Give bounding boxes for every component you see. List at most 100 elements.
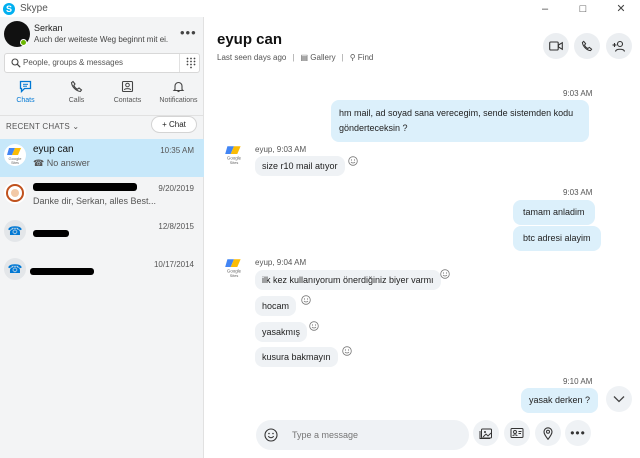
more-icon: ••• [570,426,586,440]
tab-label: Chats [16,97,35,104]
online-status-icon [20,39,27,46]
contact-item[interactable]: Google Sites eyup can ☎ No answer 10:35 … [0,139,204,177]
search-icon [11,58,21,68]
audio-call-button[interactable] [574,33,600,59]
phone-avatar-icon: ☎ [7,224,23,238]
tab-label: Calls [68,97,85,104]
location-pin-icon [543,426,553,440]
more-actions-button[interactable]: ••• [565,420,591,446]
search-placeholder: People, groups & messages [23,58,124,67]
svg-text:Sites: Sites [230,161,239,165]
dialpad-button[interactable] [179,54,201,72]
contact-avatar: ☎ [4,258,26,280]
contact-subtitle: Danke dir, Serkan, alles Best... [33,196,157,206]
incoming-message[interactable]: size r10 mail atıyor [255,156,345,176]
incoming-message[interactable]: ilk kez kullanıyorum önerdiğiniz biyer v… [255,270,441,290]
google-sites-logo-icon: Google Sites [225,259,242,278]
message-input[interactable] [292,427,462,443]
gallery-icon: ▤ [300,53,309,62]
recent-chats-toggle[interactable]: RECENT CHATS ⌄ [6,122,79,131]
incoming-message[interactable]: yasakmış [255,322,308,342]
tab-notifications[interactable]: Notifications [153,80,204,110]
maximize-button[interactable]: □ [564,0,602,17]
chat-title[interactable]: eyup can [217,31,282,48]
media-gallery-icon [479,428,492,439]
message-list[interactable]: 9:03 AM hm mail, ad soyad sana verecegim… [205,82,640,413]
more-options-button[interactable]: ••• [180,25,197,40]
close-button[interactable]: ✕ [602,0,640,17]
phone-icon [581,40,593,52]
contact-avatar: ☎ [4,220,26,242]
add-reaction-icon[interactable] [440,269,450,279]
contact-date: 10:35 AM [160,146,194,155]
sidebar: Serkan Auch der weiteste Weg beginnt mit… [0,17,204,458]
svg-text:Sites: Sites [230,274,239,278]
contact-date: 12/8/2015 [158,222,194,231]
send-file-button[interactable] [473,420,499,446]
add-people-button[interactable] [606,33,632,59]
message-composer [256,420,469,450]
contact-subtitle: No answer [46,158,90,168]
window-title: Skype [20,3,48,14]
svg-text:Google: Google [227,156,242,161]
tab-label: Notifications [159,97,198,104]
scroll-to-bottom-button[interactable] [606,386,632,412]
tab-chats[interactable]: Chats [0,80,51,110]
tab-label: Contacts [113,97,142,104]
window-controls: – □ ✕ [526,0,640,17]
search-input[interactable]: People, groups & messages [4,53,200,73]
search-icon: ⚲ [349,53,356,62]
contact-status: ☎ No answer [33,158,159,169]
find-link[interactable]: ⚲ Find [350,53,374,62]
profile-mood: Auch der weiteste Weg beginnt mit ei... [34,35,168,44]
title-bar: S Skype – □ ✕ [0,0,640,17]
ring-avatar-icon [6,184,24,202]
profile-header[interactable]: Serkan Auch der weiteste Weg beginnt mit… [0,17,204,51]
contact-date: 9/20/2019 [158,184,194,193]
gallery-link[interactable]: ▤ Gallery [300,53,335,62]
google-sites-logo-icon: Google Sites [7,148,22,165]
incoming-message[interactable]: hocam [255,296,297,316]
redacted-name [33,230,69,237]
add-reaction-icon[interactable] [301,295,311,305]
outgoing-message[interactable]: tamam anladim [513,200,595,225]
chevron-down-icon [613,396,625,403]
find-label: Find [357,53,374,62]
profile-name: Serkan [34,23,63,33]
send-location-button[interactable] [535,420,561,446]
new-chat-button[interactable]: + Chat [151,116,197,133]
redacted-name [33,183,137,191]
add-reaction-icon[interactable] [348,156,358,166]
recent-chats-label: RECENT CHATS [6,122,70,131]
tab-calls[interactable]: Calls [51,80,102,110]
video-camera-icon [549,41,563,51]
tab-contacts[interactable]: Contacts [102,80,153,110]
outgoing-message[interactable]: hm mail, ad soyad sana verecegim, sende … [331,100,589,142]
add-person-icon [612,40,626,52]
dialpad-icon [186,57,195,69]
chat-subheader: Last seen days ago | ▤ Gallery | ⚲ Find [217,53,374,62]
outgoing-message[interactable]: btc adresi alayim [513,226,601,251]
message-sender-meta: eyup, 9:04 AM [255,258,307,267]
message-timestamp: 9:10 AM [563,377,593,386]
chat-icon [19,80,32,93]
gallery-label: Gallery [310,53,336,62]
contact-item[interactable]: Danke dir, Serkan, alles Best... 9/20/20… [0,177,204,215]
add-reaction-icon[interactable] [309,321,319,331]
add-reaction-icon[interactable] [342,346,352,356]
contact-avatar [4,182,26,204]
missed-call-icon: ☎ [33,158,47,168]
contact-card-icon [510,428,524,438]
contact-item[interactable]: ☎ 10/17/2014 [0,253,204,291]
send-contact-button[interactable] [504,420,530,446]
phone-avatar-icon: ☎ [7,262,23,276]
contact-date: 10/17/2014 [153,260,194,269]
nav-tabs: Chats Calls Contacts Notifications [0,80,204,110]
contact-item[interactable]: ☎ 12/8/2015 [0,215,204,253]
minimize-button[interactable]: – [526,0,564,17]
redacted-name [30,268,94,275]
outgoing-message[interactable]: yasak derken ? [521,388,599,413]
incoming-message[interactable]: kusura bakmayın [255,347,338,367]
video-call-button[interactable] [543,33,569,59]
emoji-icon[interactable] [264,428,278,442]
